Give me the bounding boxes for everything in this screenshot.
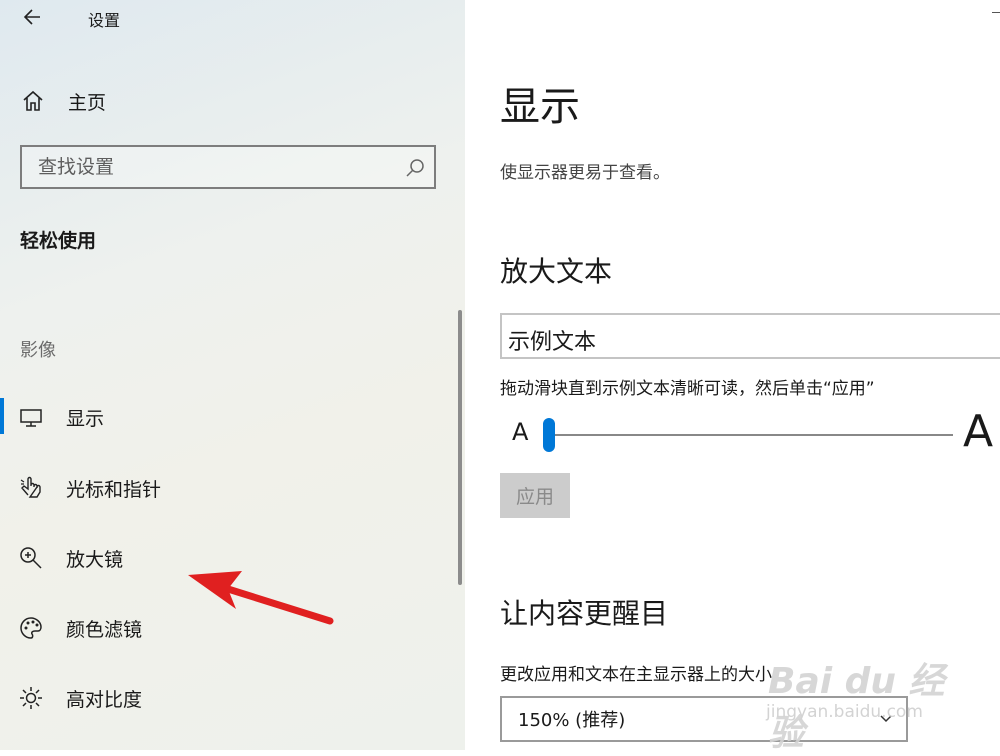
home-label: 主页 [68, 91, 107, 114]
red-annotation-arrow [188, 571, 334, 625]
section-title: 轻松使用 [20, 230, 97, 252]
monitor-icon [20, 409, 42, 427]
sample-text-box: 示例文本 [500, 313, 1000, 359]
brightness-sun-icon [20, 687, 42, 709]
minimize-button[interactable] [992, 12, 1000, 13]
pointer-hand-icon [20, 476, 41, 498]
sidebar-item-home[interactable]: 主页 [20, 86, 106, 116]
slider-thumb[interactable] [543, 418, 555, 452]
text-size-slider[interactable] [545, 434, 953, 436]
small-a-label: A [512, 418, 529, 446]
home-icon [23, 90, 43, 111]
sidebar-item-label: 放大镜 [66, 548, 124, 571]
size-dropdown[interactable]: 150% (推荐) [500, 696, 908, 742]
make-prominent-heading: 让内容更醒目 [500, 597, 669, 630]
sidebar-item-pointer[interactable]: 光标和指针 [0, 463, 450, 513]
main-content: 显示 使显示器更易于查看。 放大文本 示例文本 拖动滑块直到示例文本清晰可读，然… [465, 0, 1000, 750]
sidebar-item-label: 颜色滤镜 [66, 618, 143, 641]
settings-sidebar: 设置 主页 轻松使用 影像 显示 光标和指针 放大 [0, 0, 465, 750]
search-icon[interactable] [404, 157, 426, 179]
page-title: 显示 [500, 84, 580, 130]
page-description: 使显示器更易于查看。 [500, 163, 670, 183]
group-label-vision: 影像 [20, 340, 56, 361]
sidebar-scrollbar[interactable] [458, 310, 462, 585]
apply-button[interactable]: 应用 [500, 473, 570, 518]
slider-instruction: 拖动滑块直到示例文本清晰可读，然后单击“应用” [500, 379, 875, 399]
sidebar-item-high-contrast[interactable]: 高对比度 [0, 673, 450, 723]
back-button[interactable] [18, 2, 48, 32]
back-arrow-icon [23, 9, 40, 25]
sidebar-item-label: 显示 [66, 407, 105, 430]
chevron-down-icon [880, 715, 892, 723]
window-title: 设置 [88, 11, 121, 30]
color-palette-icon [20, 617, 42, 639]
search-input[interactable] [22, 147, 414, 187]
size-dropdown-value: 150% (推荐) [518, 710, 626, 731]
sidebar-item-display[interactable]: 显示 [0, 392, 450, 442]
sidebar-item-label: 高对比度 [66, 688, 143, 711]
large-a-label: A [963, 406, 994, 457]
enlarge-text-heading: 放大文本 [500, 255, 613, 288]
search-box[interactable] [20, 145, 436, 189]
size-label: 更改应用和文本在主显示器上的大小 [500, 665, 772, 685]
sidebar-item-label: 光标和指针 [66, 478, 162, 501]
magnifier-zoom-icon [20, 547, 42, 569]
